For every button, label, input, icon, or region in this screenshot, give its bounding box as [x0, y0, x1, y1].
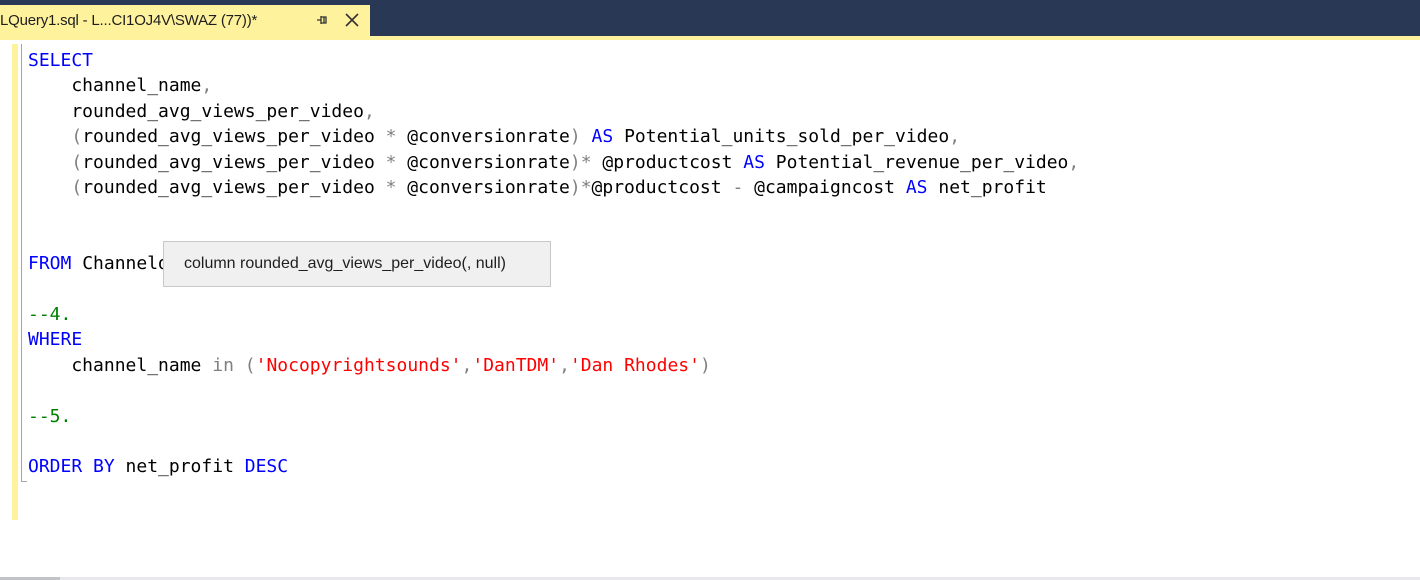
code-line[interactable]: channel_name, — [28, 73, 212, 98]
code-line[interactable]: channel_name in ('Nocopyrightsounds','Da… — [28, 353, 711, 378]
code-token: * — [385, 177, 397, 198]
code-token: ) — [699, 354, 711, 376]
code-line[interactable]: --4. — [28, 302, 71, 327]
code-line[interactable]: SELECT — [28, 48, 93, 73]
code-token: DESC — [244, 456, 289, 478]
outlining-guide-end — [21, 481, 27, 482]
code-line[interactable]: --5. — [28, 404, 71, 429]
code-token: --5. — [28, 405, 72, 427]
pin-icon[interactable] — [314, 11, 330, 29]
code-token: , — [461, 354, 473, 376]
document-tab[interactable]: LQuery1.sql - L...CI1OJ4V\SWAZ (77))* — [0, 5, 370, 36]
code-token: Potential_revenue_per_video — [764, 151, 1069, 173]
code-token: rounded_avg_views_per_video — [28, 100, 364, 122]
code-token: net_profit — [114, 456, 245, 478]
code-token: net_profit — [927, 177, 1047, 198]
code-token: ( — [28, 177, 83, 198]
code-line[interactable]: rounded_avg_views_per_video, — [28, 99, 375, 124]
code-token: in — [212, 354, 234, 376]
code-token: @productcost — [591, 177, 733, 198]
code-token: @productcost — [591, 151, 744, 173]
code-token: SELECT — [28, 50, 94, 71]
code-token: ORDER BY — [28, 456, 115, 478]
code-token: 'Dan Rhodes' — [569, 354, 700, 376]
code-token: - — [732, 177, 744, 198]
code-token: AS — [591, 126, 614, 148]
code-line[interactable]: ORDER BY net_profit DESC — [28, 454, 288, 479]
code-token: --4. — [28, 304, 72, 325]
code-token: WHERE — [28, 329, 83, 351]
code-token: AS — [905, 177, 928, 198]
tooltip-text: column rounded_avg_views_per_video(, nul… — [184, 255, 506, 272]
code-token: , — [363, 100, 375, 122]
tab-title: LQuery1.sql - L...CI1OJ4V\SWAZ (77))* — [0, 12, 258, 29]
code-token: )* — [569, 151, 592, 173]
code-token: rounded_avg_views_per_video — [82, 151, 386, 173]
code-token: ( — [28, 151, 83, 173]
code-token: * — [385, 126, 397, 148]
code-token: FROM — [28, 253, 72, 275]
code-token: rounded_avg_views_per_video — [82, 126, 386, 148]
code-token: ( — [28, 126, 83, 148]
code-line[interactable]: WHERE — [28, 327, 82, 352]
change-margin — [12, 44, 18, 520]
code-token: AS — [743, 151, 765, 173]
document-tab-strip: LQuery1.sql - L...CI1OJ4V\SWAZ (77))* — [0, 0, 1420, 36]
code-line[interactable]: (rounded_avg_views_per_video * @conversi… — [28, 175, 1047, 200]
code-token: , — [559, 354, 570, 376]
outlining-guide — [21, 44, 22, 481]
code-token: * — [385, 151, 397, 173]
code-token: channel_name — [28, 354, 213, 376]
code-line[interactable]: (rounded_avg_views_per_video * @conversi… — [28, 150, 1079, 175]
code-token: rounded_avg_views_per_video — [82, 177, 386, 198]
code-token: channel_name — [28, 75, 202, 97]
code-token: @conversionrate — [396, 151, 570, 173]
sql-editor[interactable]: SELECT channel_name, rounded_avg_views_p… — [0, 40, 1420, 577]
code-line[interactable]: (rounded_avg_views_per_video * @conversi… — [28, 124, 960, 149]
code-token: 'Nocopyrightsounds' — [255, 354, 462, 376]
code-token: @conversionrate — [396, 126, 570, 148]
code-token: ) — [569, 126, 581, 148]
code-token: , — [949, 126, 961, 148]
code-token: Potential_units_sold_per_video — [613, 126, 950, 148]
code-token: )* — [569, 177, 592, 198]
code-token: @campaigncost — [743, 177, 906, 198]
close-icon[interactable] — [343, 11, 361, 29]
code-token: @conversionrate — [396, 177, 570, 198]
code-token: 'DanTDM' — [472, 354, 560, 376]
code-token: , — [201, 75, 213, 97]
code-token: ( — [244, 354, 256, 376]
code-token: , — [1068, 151, 1080, 173]
intellisense-tooltip: column rounded_avg_views_per_video(, nul… — [163, 241, 551, 287]
